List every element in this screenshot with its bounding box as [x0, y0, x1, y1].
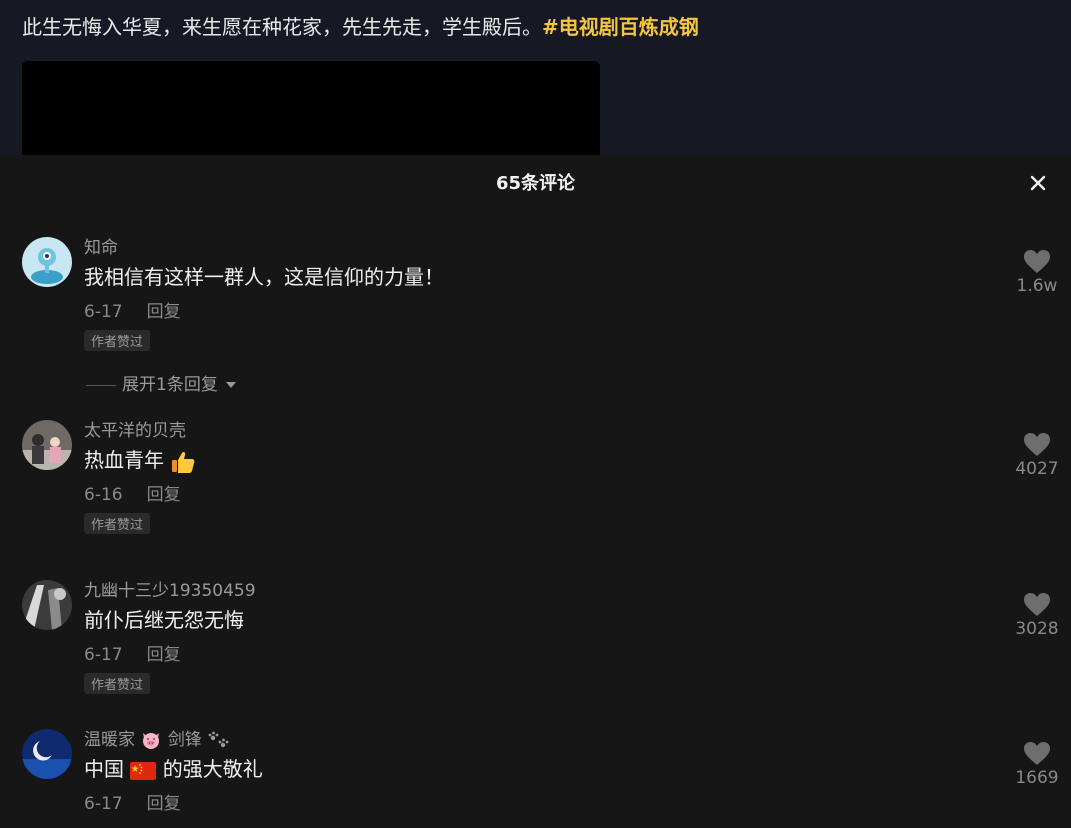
comments-sheet: 65条评论 知命 我相信有这样一群人，这是信仰的力量！ 6-17 回复 作者赞过: [0, 155, 1071, 828]
comment-date: 6-17: [84, 302, 123, 322]
thumbs-up-emoji-icon: [172, 451, 195, 473]
avatar[interactable]: [22, 729, 72, 779]
avatar[interactable]: [22, 580, 72, 630]
comment-meta: 6-17 回复: [84, 297, 181, 322]
username-prefix: 温暖家: [84, 730, 135, 750]
comment-text-prefix: 中国: [84, 757, 124, 781]
reply-button[interactable]: 回复: [147, 794, 181, 814]
post-caption: 此生无悔入华夏，来生愿在种花家，先生先走，学生殿后。#电视剧百炼成钢: [22, 12, 1052, 42]
author-liked-badge: 作者赞过: [84, 513, 151, 534]
dark-photo-avatar-icon: [22, 580, 72, 630]
author-liked-badge: 作者赞过: [84, 673, 151, 694]
comment-username[interactable]: 太平洋的贝壳: [84, 416, 186, 441]
comment-text: 中国 的强大敬礼: [84, 753, 263, 782]
divider-line: [86, 384, 116, 386]
close-icon: [1030, 175, 1046, 191]
like-count: 3028: [1015, 619, 1059, 639]
group-photo-avatar-icon: [22, 420, 72, 470]
china-flag-icon: [130, 761, 157, 780]
pig-face-emoji-icon: [143, 733, 160, 749]
comment-count-title: 65条评论: [495, 173, 576, 194]
comment-text: 前仆后继无怨无悔: [84, 608, 244, 632]
paw-prints-icon: [208, 731, 229, 748]
comment-meta: 6-16 回复: [84, 480, 181, 505]
comment-username[interactable]: 九幽十三少19350459: [84, 576, 256, 601]
comment-text: 热血青年: [84, 444, 196, 474]
post-header: 此生无悔入华夏，来生愿在种花家，先生先走，学生殿后。#电视剧百炼成钢: [0, 0, 1071, 155]
expand-replies-label: 展开1条回复: [122, 375, 218, 395]
reply-button[interactable]: 回复: [147, 645, 181, 665]
triangle-down-icon: [226, 382, 237, 388]
comment-date: 6-16: [84, 485, 123, 505]
moon-night-avatar-icon: [22, 729, 72, 779]
comment-text-suffix: 的强大敬礼: [162, 757, 263, 781]
reply-button[interactable]: 回复: [147, 302, 181, 322]
like-count: 4027: [1015, 459, 1059, 479]
expand-replies-button[interactable]: 展开1条回复: [86, 370, 237, 395]
heart-icon: [1024, 593, 1050, 616]
like-count: 1669: [1015, 768, 1059, 788]
video-thumbnail[interactable]: [22, 61, 600, 155]
like-button[interactable]: 1.6w: [1007, 249, 1067, 296]
avatar[interactable]: [22, 237, 72, 287]
comment-date: 6-17: [84, 794, 123, 814]
like-count: 1.6w: [1016, 276, 1058, 296]
robot-avatar-icon: [22, 237, 72, 287]
comment-meta: 6-17 回复: [84, 789, 181, 814]
like-button[interactable]: 3028: [1007, 592, 1067, 639]
comment-username[interactable]: 温暖家 剑锋: [84, 725, 231, 750]
comment-text-content: 热血青年: [84, 448, 164, 472]
like-button[interactable]: 1669: [1007, 741, 1067, 788]
heart-icon: [1024, 250, 1050, 273]
avatar[interactable]: [22, 420, 72, 470]
close-button[interactable]: [1024, 169, 1052, 197]
heart-icon: [1024, 433, 1050, 456]
heart-icon: [1024, 742, 1050, 765]
like-button[interactable]: 4027: [1007, 432, 1067, 479]
hashtag-link[interactable]: #电视剧百炼成钢: [542, 15, 699, 39]
comment-meta: 6-17 回复: [84, 640, 181, 665]
comment-text: 我相信有这样一群人，这是信仰的力量！: [84, 265, 444, 289]
caption-text: 此生无悔入华夏，来生愿在种花家，先生先走，学生殿后。: [22, 15, 542, 39]
username-suffix: 剑锋: [167, 730, 202, 750]
reply-button[interactable]: 回复: [147, 485, 181, 505]
author-liked-badge: 作者赞过: [84, 330, 151, 351]
comment-date: 6-17: [84, 645, 123, 665]
comment-username[interactable]: 知命: [84, 233, 118, 258]
